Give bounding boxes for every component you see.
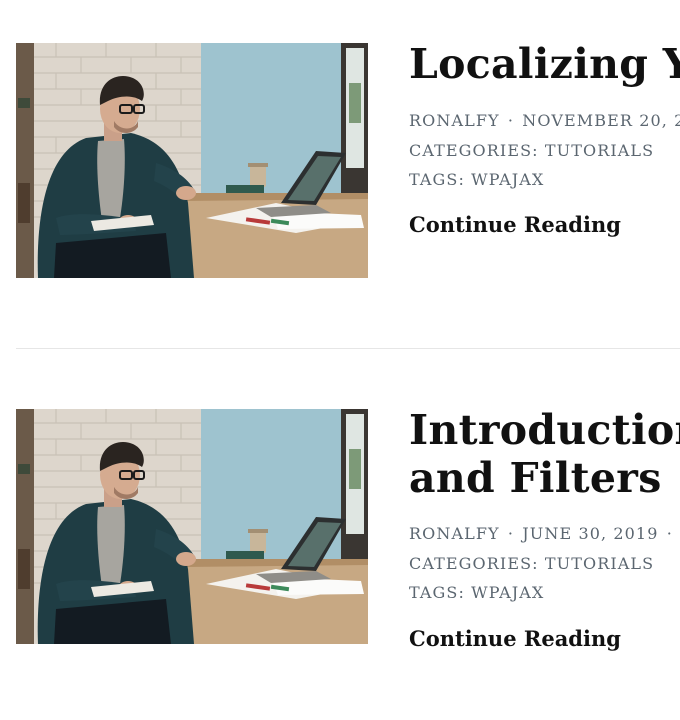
categories-row: CATEGORIES: TUTORIALS xyxy=(409,549,680,579)
categories-label: CATEGORIES: xyxy=(409,553,539,573)
author-link[interactable]: RONALFY xyxy=(409,524,500,543)
post-title-line[interactable]: Introduction xyxy=(409,406,680,454)
blog-post-list: Localizing Yo RONALFY · NOVEMBER 20, 201… xyxy=(0,0,680,720)
post-title[interactable]: Localizing Yo xyxy=(409,40,680,88)
meta-separator: · xyxy=(507,524,515,543)
post-meta: RONALFY · NOVEMBER 20, 201 CATEGORIES: T… xyxy=(409,106,680,195)
post-title-line[interactable]: and Filters xyxy=(409,454,680,502)
meta-separator: · xyxy=(507,111,515,130)
post-date[interactable]: NOVEMBER 20, 201 xyxy=(522,111,680,130)
continue-reading-link[interactable]: Continue Reading xyxy=(409,212,621,237)
tags-row: TAGS: WPAJAX xyxy=(409,578,680,608)
tag-link[interactable]: WPAJAX xyxy=(471,170,544,189)
post-thumbnail[interactable] xyxy=(16,409,368,644)
author-link[interactable]: RONALFY xyxy=(409,111,500,130)
category-link[interactable]: TUTORIALS xyxy=(545,554,654,573)
post-date[interactable]: JUNE 30, 2019 xyxy=(522,524,658,543)
post-meta: RONALFY · JUNE 30, 2019 · CATEGORIES: TU… xyxy=(409,519,680,608)
continue-reading-link[interactable]: Continue Reading xyxy=(409,626,621,651)
post-thumbnail[interactable] xyxy=(16,43,368,278)
post-title[interactable]: Introduction and Filters xyxy=(409,406,680,502)
post-card: Localizing Yo RONALFY · NOVEMBER 20, 201… xyxy=(0,0,680,348)
byline-row: RONALFY · NOVEMBER 20, 201 xyxy=(409,106,680,136)
tags-label: TAGS: xyxy=(409,170,465,189)
meta-separator: · xyxy=(666,524,673,543)
post-content: Introduction and Filters RONALFY · JUNE … xyxy=(409,406,680,651)
man-at-laptop-photo-icon xyxy=(16,43,368,278)
tags-row: TAGS: WPAJAX xyxy=(409,165,680,195)
categories-label: CATEGORIES: xyxy=(409,140,539,160)
tags-label: TAGS: xyxy=(409,583,465,602)
post-title-line[interactable]: Localizing Yo xyxy=(409,40,680,88)
tag-link[interactable]: WPAJAX xyxy=(471,583,544,602)
post-content: Localizing Yo RONALFY · NOVEMBER 20, 201… xyxy=(409,40,680,237)
category-link[interactable]: TUTORIALS xyxy=(545,141,654,160)
post-card: Introduction and Filters RONALFY · JUNE … xyxy=(0,349,680,720)
categories-row: CATEGORIES: TUTORIALS xyxy=(409,136,680,166)
byline-row: RONALFY · JUNE 30, 2019 · xyxy=(409,519,680,549)
man-at-laptop-photo-icon xyxy=(16,409,368,644)
